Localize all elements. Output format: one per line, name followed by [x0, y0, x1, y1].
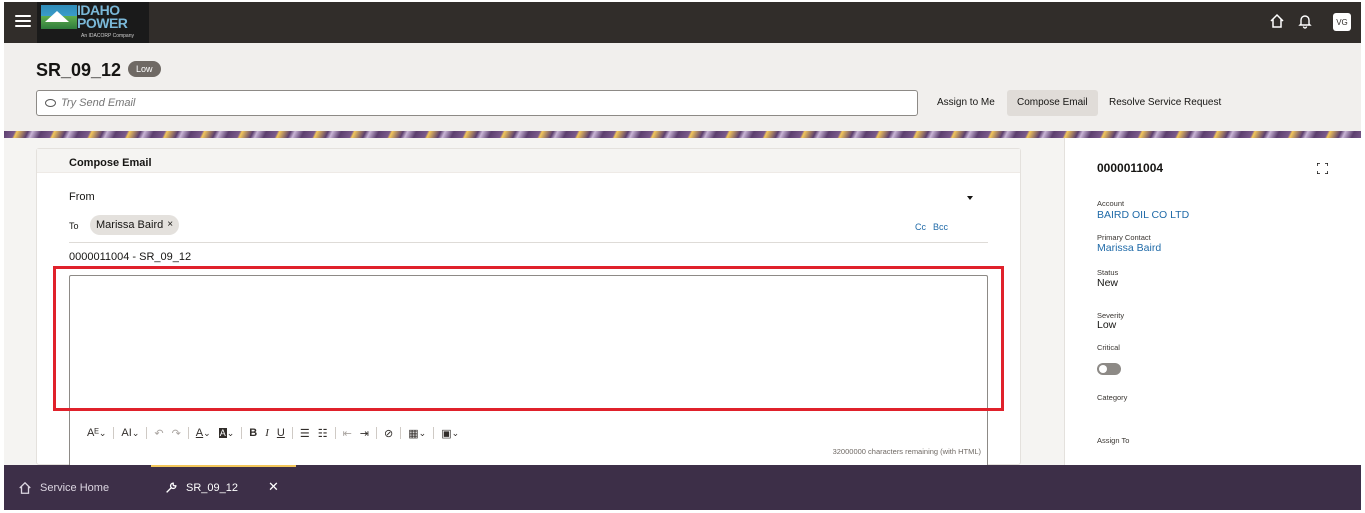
table-icon[interactable]: ▦ ⌄ — [404, 424, 430, 442]
bold-icon[interactable]: B — [245, 424, 261, 442]
category-label: Category — [1097, 393, 1128, 402]
toolbar-separator — [187, 427, 189, 439]
toolbar-separator — [146, 427, 148, 439]
details-panel: 0000011004 Account BAIRD OIL CO LTD Prim… — [1064, 138, 1361, 465]
font-size-icon[interactable]: Aᴱ ⌄ — [83, 424, 110, 442]
company-logo[interactable]: IDAHO POWER An IDACORP Company — [37, 2, 149, 43]
hamburger-menu-icon[interactable] — [15, 15, 31, 29]
expand-icon[interactable] — [1317, 163, 1328, 174]
numbered-list-icon[interactable]: ☷ — [314, 424, 332, 442]
mountain-logo-icon — [41, 5, 77, 29]
search-icon — [45, 99, 56, 107]
decorative-banner — [4, 131, 1361, 138]
compose-email-button[interactable]: Compose Email — [1007, 90, 1098, 116]
toolbar-separator — [291, 427, 293, 439]
action-search-input[interactable] — [61, 91, 901, 115]
outdent-icon[interactable]: ⇤ — [339, 424, 356, 442]
tab-label: Service Home — [40, 481, 110, 494]
home-icon[interactable] — [1269, 13, 1285, 29]
account-label: Account — [1097, 199, 1125, 208]
insert-image-icon[interactable]: ▣ ⌄ — [437, 424, 463, 442]
assign-to-label: Assign To — [1097, 436, 1130, 445]
status-label: Status — [1097, 268, 1119, 277]
logo-subtitle: An IDACORP Company — [81, 33, 134, 39]
bullet-list-icon[interactable]: ☰ — [296, 424, 314, 442]
details-title: 0000011004 — [1097, 161, 1164, 175]
compose-title: Compose Email — [69, 157, 152, 169]
toolbar-separator — [433, 427, 435, 439]
top-bar: IDAHO POWER An IDACORP Company VG — [4, 2, 1361, 43]
recipient-chip[interactable]: Marissa Baird × — [90, 215, 180, 235]
highlight-color-icon[interactable]: A ⌄ — [215, 424, 239, 442]
resolve-service-request-button[interactable]: Resolve Service Request — [1099, 90, 1231, 116]
link-icon[interactable]: ⊘ — [380, 424, 397, 442]
toolbar-separator — [400, 427, 402, 439]
characters-remaining: 32000000 characters remaining (with HTML… — [832, 447, 981, 456]
notification-bell-icon[interactable] — [1297, 13, 1313, 29]
assign-to-me-button[interactable]: Assign to Me — [927, 90, 1005, 116]
text-size-icon[interactable]: AI ⌄ — [117, 424, 143, 442]
undo-icon[interactable]: ↶ — [150, 424, 167, 442]
wrench-icon — [166, 482, 177, 493]
primary-contact-label: Primary Contact — [1097, 233, 1151, 242]
page-header: SR_09_12 Low Assign to Me Compose Email … — [4, 43, 1361, 131]
main-content: Compose Email From To Marissa Baird × Cc… — [4, 138, 1361, 466]
editor-toolbar: Aᴱ ⌄ AI ⌄ ↶ ↷ A ⌄ A ⌄ B I U ☰ ☷ ⇤ ⇥ ⊘ ▦ … — [83, 424, 463, 442]
indent-icon[interactable]: ⇥ — [356, 424, 373, 442]
compose-header: Compose Email — [37, 149, 1020, 173]
underline-icon[interactable]: U — [273, 424, 289, 442]
toolbar-separator — [113, 427, 115, 439]
primary-contact-link[interactable]: Marissa Baird — [1097, 242, 1161, 254]
close-tab-icon[interactable]: ✕ — [268, 479, 279, 495]
logo-wordmark: IDAHO POWER — [77, 2, 128, 31]
home-icon — [19, 481, 31, 494]
toolbar-separator — [241, 427, 243, 439]
email-body-editor[interactable]: Aᴱ ⌄ AI ⌄ ↶ ↷ A ⌄ A ⌄ B I U ☰ ☷ ⇤ ⇥ ⊘ ▦ … — [69, 275, 988, 466]
account-link[interactable]: BAIRD OIL CO LTD — [1097, 209, 1189, 221]
critical-toggle[interactable] — [1097, 363, 1121, 375]
priority-badge: Low — [128, 61, 161, 77]
toolbar-separator — [376, 427, 378, 439]
user-avatar[interactable]: VG — [1333, 13, 1351, 31]
font-color-icon[interactable]: A ⌄ — [192, 424, 215, 442]
subject-field[interactable]: 0000011004 - SR_09_12 — [69, 251, 191, 263]
bottom-tab-bar: Service Home SR_09_12 ✕ — [4, 465, 1361, 510]
compose-email-panel: Compose Email From To Marissa Baird × Cc… — [36, 148, 1021, 466]
remove-recipient-icon[interactable]: × — [167, 215, 173, 235]
severity-value: Low — [1097, 319, 1117, 331]
action-search-box[interactable] — [36, 90, 918, 116]
from-field[interactable]: From — [69, 191, 95, 203]
critical-label: Critical — [1097, 343, 1120, 352]
redo-icon[interactable]: ↷ — [168, 424, 185, 442]
tab-label: SR_09_12 — [186, 481, 238, 494]
from-dropdown-icon[interactable] — [967, 196, 973, 200]
to-label: To — [69, 221, 79, 231]
bcc-link[interactable]: Bcc — [933, 222, 948, 232]
italic-icon[interactable]: I — [261, 424, 273, 442]
tab-sr-09-12[interactable]: SR_09_12 — [164, 465, 238, 510]
toolbar-separator — [334, 427, 336, 439]
cc-link[interactable]: Cc — [915, 222, 926, 232]
page-title: SR_09_12 — [36, 60, 122, 80]
status-value: New — [1097, 277, 1119, 289]
recipient-name: Marissa Baird — [96, 219, 164, 231]
tab-service-home[interactable]: Service Home — [18, 465, 109, 510]
divider — [69, 242, 988, 243]
